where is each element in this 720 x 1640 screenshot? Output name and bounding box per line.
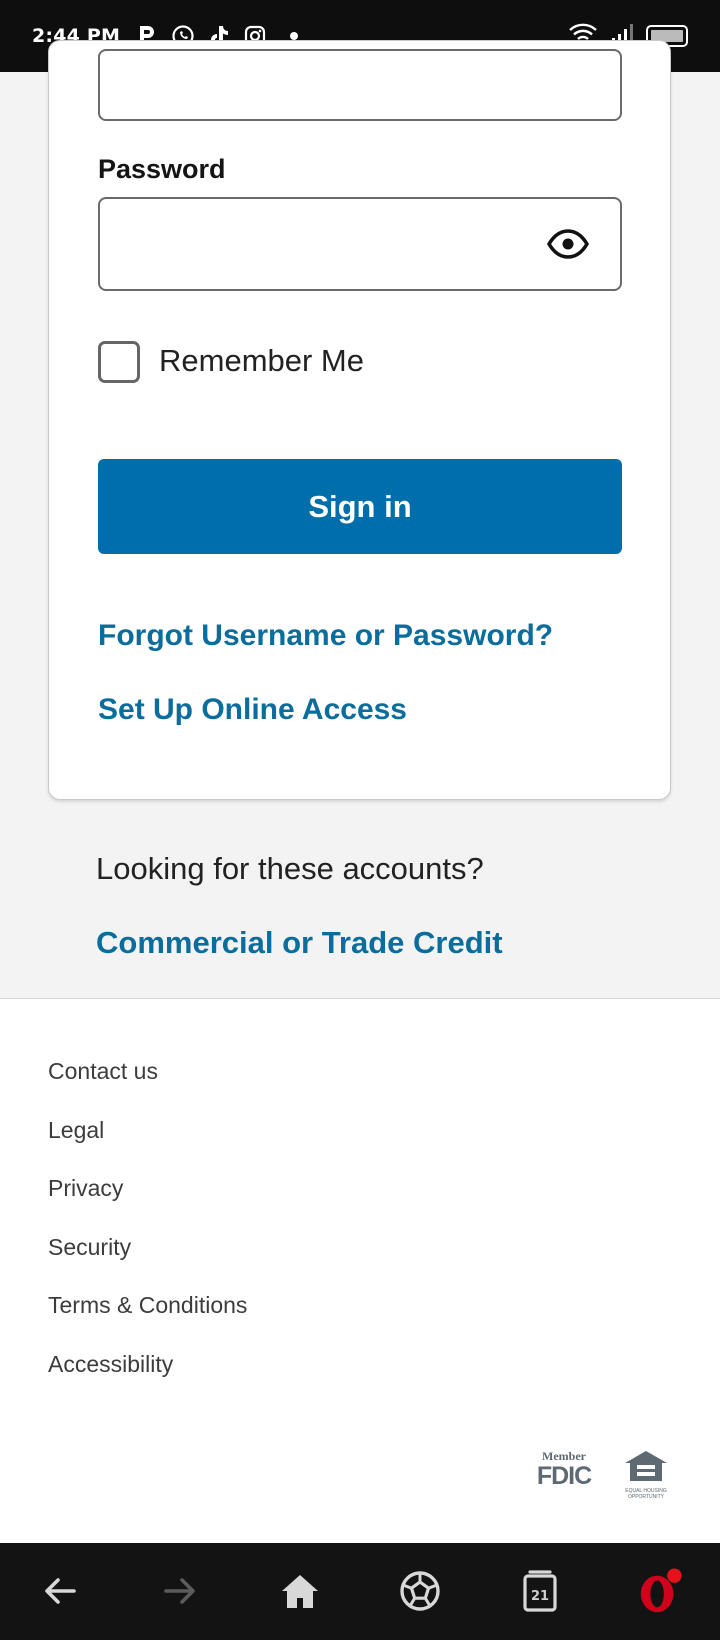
footer: Contact us Legal Privacy Security Terms … <box>0 998 720 1543</box>
footer-link-legal[interactable]: Legal <box>48 1117 104 1144</box>
footer-link-terms[interactable]: Terms & Conditions <box>48 1292 247 1319</box>
footer-link-contact[interactable]: Contact us <box>48 1058 158 1085</box>
footer-link-privacy[interactable]: Privacy <box>48 1175 123 1202</box>
remember-me-checkbox[interactable] <box>98 341 140 383</box>
back-arrow-icon[interactable] <box>36 1567 84 1615</box>
forgot-credentials-link[interactable]: Forgot Username or Password? <box>98 619 553 653</box>
notification-dot-icon <box>290 32 299 40</box>
footer-link-accessibility[interactable]: Accessibility <box>48 1351 173 1378</box>
remember-me-label[interactable]: Remember Me <box>159 343 364 379</box>
username-input[interactable] <box>98 49 622 121</box>
password-input[interactable] <box>98 197 622 291</box>
looking-for-accounts-text: Looking for these accounts? <box>96 851 484 886</box>
sign-in-button[interactable]: Sign in <box>98 459 622 554</box>
tabs-icon[interactable]: 21 <box>516 1567 564 1615</box>
footer-link-security[interactable]: Security <box>48 1234 131 1261</box>
speed-dial-icon[interactable] <box>396 1567 444 1615</box>
opera-menu-icon[interactable] <box>636 1567 684 1615</box>
setup-online-access-link[interactable]: Set Up Online Access <box>98 693 407 727</box>
show-password-eye-icon[interactable] <box>546 227 590 261</box>
equal-housing-house-icon <box>625 1451 667 1481</box>
browser-bottom-bar: 21 <box>0 1543 720 1640</box>
fdic-member-logo: Member FDIC <box>536 1449 592 1490</box>
equal-housing-text: EQUAL HOUSING OPPORTUNITY <box>625 1488 667 1500</box>
commercial-trade-credit-link[interactable]: Commercial or Trade Credit <box>96 925 503 961</box>
fdic-word: FDIC <box>536 1462 592 1490</box>
tab-count: 21 <box>531 1589 549 1604</box>
forward-arrow-icon[interactable] <box>156 1567 204 1615</box>
equal-housing-logo: EQUAL HOUSING OPPORTUNITY <box>620 1449 672 1500</box>
home-icon[interactable] <box>276 1567 324 1615</box>
login-card: Password Remember Me Sign in Forgot User… <box>48 40 671 800</box>
password-label: Password <box>98 154 226 184</box>
